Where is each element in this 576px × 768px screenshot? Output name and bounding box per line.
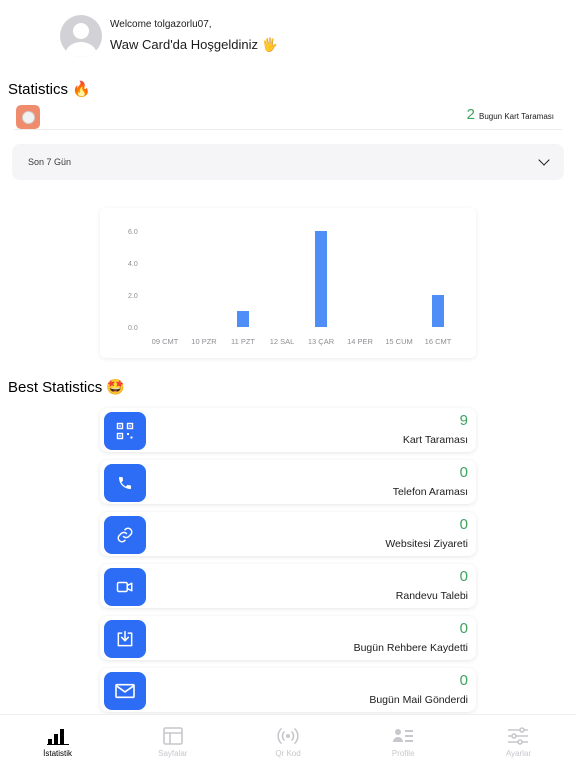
stat-value: 0 xyxy=(459,620,468,637)
broadcast-icon xyxy=(277,728,299,744)
bar xyxy=(315,231,327,327)
bar xyxy=(237,311,249,327)
y-tick-label: 6.0 xyxy=(128,229,138,236)
sliders-icon xyxy=(508,727,529,745)
link-icon xyxy=(104,516,146,554)
chevron-down-icon xyxy=(538,153,550,166)
stat-card-contacts[interactable]: 0 Bugün Rehbere Kaydetti xyxy=(100,616,476,660)
stat-card-scans[interactable]: 9 Kart Taraması xyxy=(100,408,476,452)
app-icon xyxy=(16,105,40,129)
best-statistics-title: Best Statistics 🤩 xyxy=(8,379,126,396)
period-label: Son 7 Gün xyxy=(28,157,72,167)
bottom-tab-bar: İstatistik Sayfalar Qr Kod Profile Ayarl… xyxy=(0,714,576,768)
stat-value: 0 xyxy=(459,516,468,533)
tab-statistics[interactable]: İstatistik xyxy=(0,715,115,768)
video-camera-icon xyxy=(104,568,146,606)
phone-icon xyxy=(104,464,146,502)
x-tick-label: 16 CMT xyxy=(425,337,452,346)
x-tick-label: 15 CUM xyxy=(385,337,413,346)
today-scan-row: 2 Bugun Kart Taraması xyxy=(14,104,562,130)
layout-icon xyxy=(162,727,183,745)
stat-label: Bugün Rehbere Kaydetti xyxy=(353,642,468,654)
tab-qr-code[interactable]: Qr Kod xyxy=(230,715,345,768)
greeting-text: Waw Card'da Hoşgeldiniz 🖐 xyxy=(110,37,278,52)
x-tick-label: 12 SAL xyxy=(270,337,295,346)
qr-code-icon xyxy=(104,412,146,450)
welcome-text: Welcome tolgazorlu07, xyxy=(110,19,212,30)
stat-label: Telefon Araması xyxy=(392,486,468,498)
scan-bar-chart: 0.0 2.0 4.0 6.0 09 CMT 10 PZR 11 PZT 12 SAL 13 Ç… xyxy=(128,229,452,346)
profile-card-icon xyxy=(393,729,414,742)
tab-profile[interactable]: Profile xyxy=(346,715,461,768)
stat-card-website[interactable]: 0 Websitesi Ziyareti xyxy=(100,512,476,556)
best-statistics-list: 9 Kart Taraması 0 Telefon Araması 0 Webs… xyxy=(100,408,476,720)
stat-label: Websitesi Ziyareti xyxy=(385,538,468,550)
x-tick-label: 11 PZT xyxy=(231,337,255,346)
stat-card-phone[interactable]: 0 Telefon Araması xyxy=(100,460,476,504)
scan-chart-card: 0.0 2.0 4.0 6.0 09 CMT 10 PZR 11 PZT 12 SAL 13 Ç… xyxy=(100,208,476,358)
tab-label: Qr Kod xyxy=(275,749,301,758)
stat-card-mail[interactable]: 0 Bugün Mail Gönderdi xyxy=(100,668,476,712)
bar-chart-icon xyxy=(46,729,69,745)
y-tick-label: 2.0 xyxy=(128,293,138,300)
tab-pages[interactable]: Sayfalar xyxy=(115,715,230,768)
x-tick-label: 14 PER xyxy=(347,337,373,346)
x-tick-label: 09 CMT xyxy=(152,337,179,346)
tab-settings[interactable]: Ayarlar xyxy=(461,715,576,768)
mail-icon xyxy=(104,672,146,710)
stat-value: 9 xyxy=(459,412,468,429)
user-header: Welcome tolgazorlu07, Waw Card'da Hoşgel… xyxy=(60,14,278,58)
stat-label: Kart Taraması xyxy=(402,434,468,446)
stat-label: Randevu Talebi xyxy=(395,590,468,602)
y-tick-label: 4.0 xyxy=(128,261,138,268)
welcome-block: Welcome tolgazorlu07, Waw Card'da Hoşgel… xyxy=(110,19,278,53)
stat-value: 0 xyxy=(459,464,468,481)
bar xyxy=(432,295,444,327)
stat-value: 0 xyxy=(459,672,468,689)
stat-card-appointment[interactable]: 0 Randevu Talebi xyxy=(100,564,476,608)
tab-label: Profile xyxy=(391,749,415,758)
period-dropdown[interactable]: Son 7 Gün xyxy=(12,144,564,180)
download-icon xyxy=(104,620,146,658)
tab-label: Ayarlar xyxy=(505,749,532,758)
avatar[interactable] xyxy=(60,15,102,57)
y-tick-label: 0.0 xyxy=(128,325,138,332)
x-tick-label: 13 ÇAR xyxy=(308,337,335,346)
statistics-title: Statistics 🔥 xyxy=(8,81,91,98)
stat-label: Bugün Mail Gönderdi xyxy=(369,694,468,706)
today-scan-label: Bugun Kart Taraması xyxy=(478,112,554,121)
tab-label: İstatistik xyxy=(43,749,73,758)
x-tick-label: 10 PZR xyxy=(191,337,217,346)
tab-label: Sayfalar xyxy=(158,749,188,758)
today-scan-count: 2 xyxy=(466,106,475,123)
stat-value: 0 xyxy=(459,568,468,585)
